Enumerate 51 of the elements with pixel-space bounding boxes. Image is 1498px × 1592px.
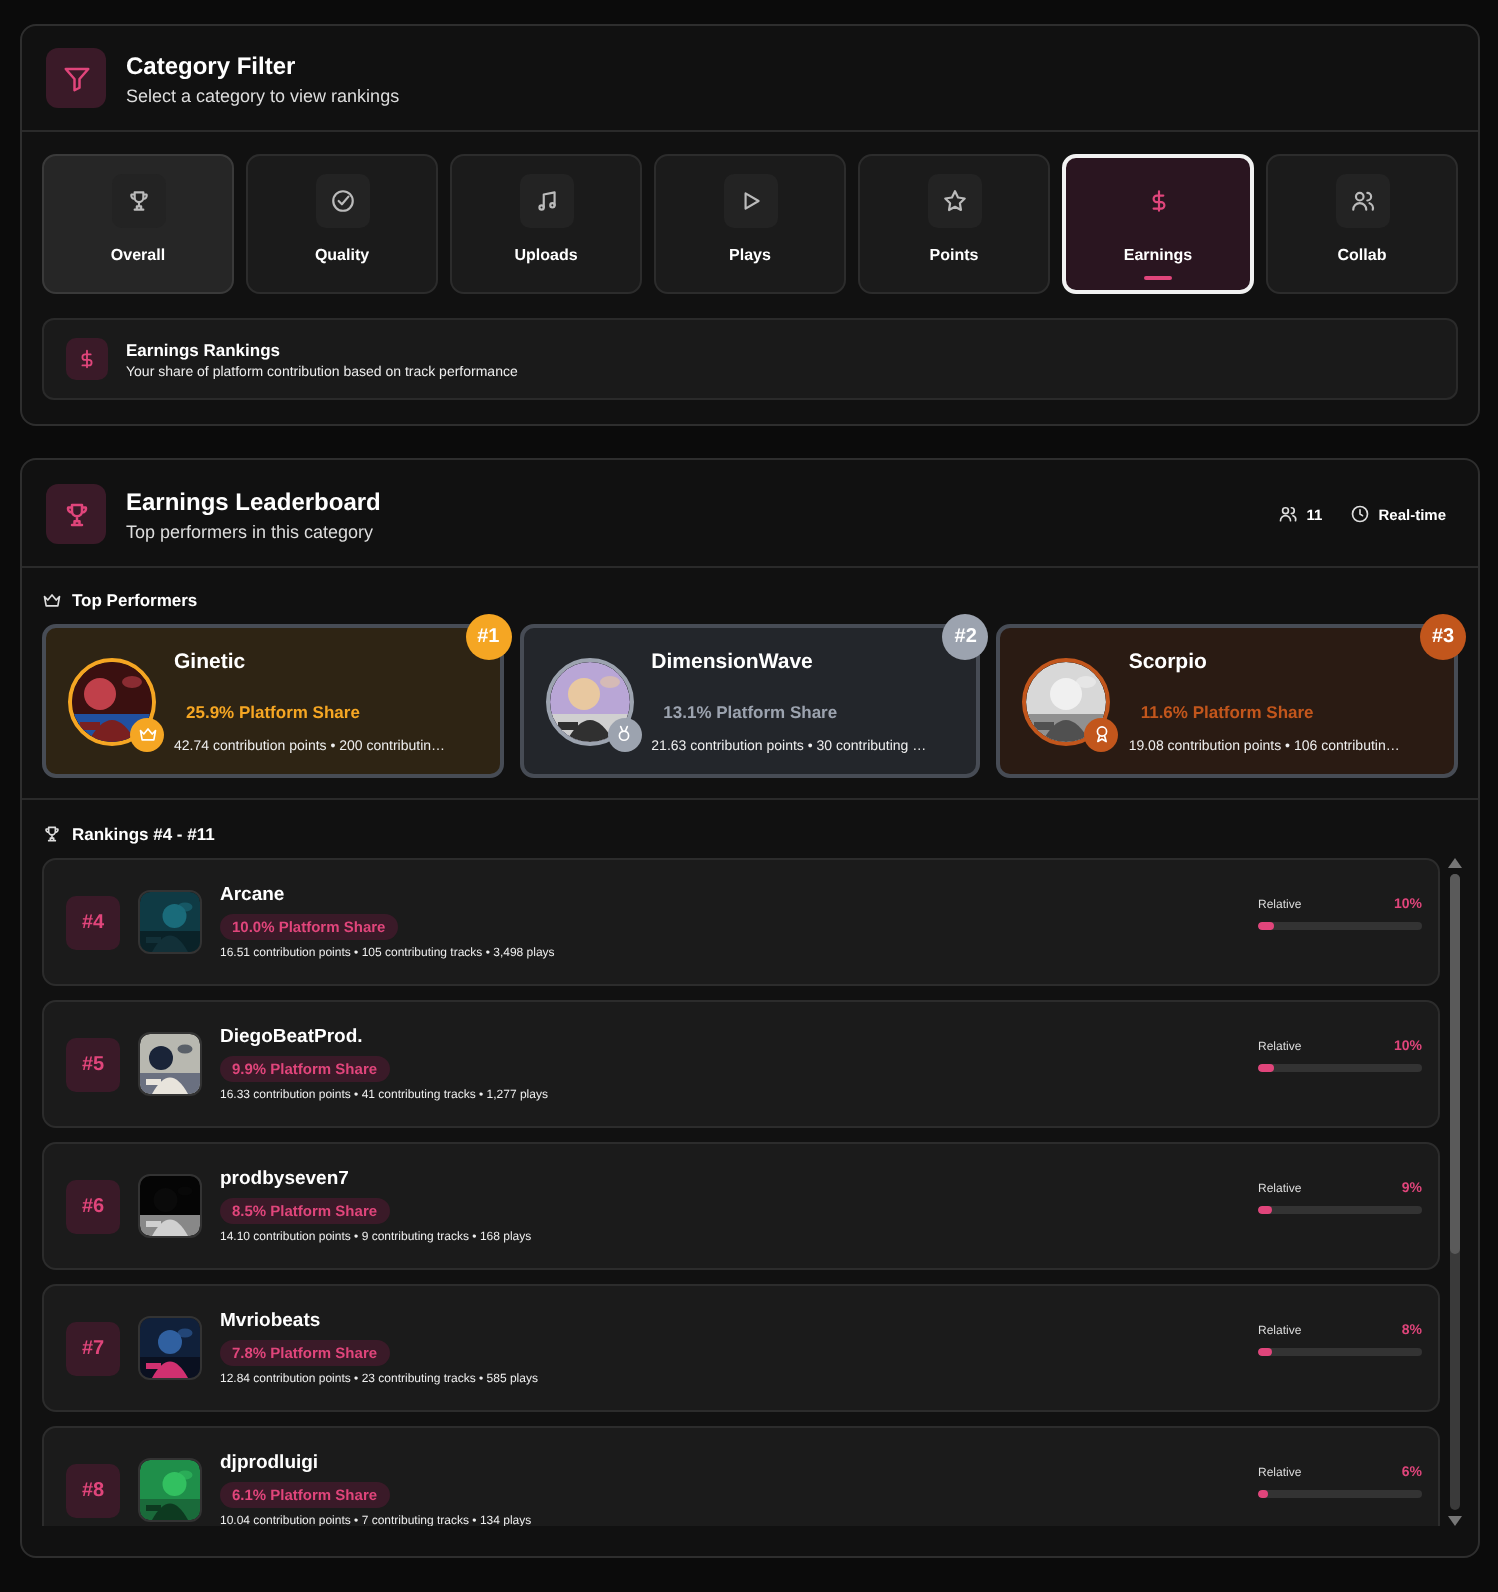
rank-badge: #3 xyxy=(1420,614,1466,660)
rank-number: #5 xyxy=(66,1037,120,1091)
platform-share: 25.9% Platform Share xyxy=(186,701,360,721)
section-heading: Rankings #4 - #11 xyxy=(72,824,215,844)
scroll-up-icon[interactable] xyxy=(1448,858,1462,868)
rank-number: #6 xyxy=(66,1179,120,1233)
trophy-icon xyxy=(125,188,151,214)
clock-icon xyxy=(1350,504,1371,524)
category-tab[interactable]: Earnings xyxy=(1062,154,1254,294)
rank-number: #7 xyxy=(66,1321,120,1375)
panel-title: Earnings Leaderboard xyxy=(126,487,381,515)
section-heading: Top Performers xyxy=(72,590,198,610)
trophy-icon xyxy=(42,824,62,844)
category-tab[interactable]: Plays xyxy=(654,154,846,294)
panel-title: Category Filter xyxy=(126,51,298,79)
scrollbar[interactable] xyxy=(1448,858,1462,1526)
artist-name: djprodluigi xyxy=(220,1452,319,1474)
artist-name: Scorpio xyxy=(1128,649,1209,673)
rank-badge: #1 xyxy=(465,614,512,660)
artist-name: DimensionWave xyxy=(651,649,815,673)
panel-subtitle: Select a category to view rankings xyxy=(126,85,400,105)
category-tab[interactable]: Collab xyxy=(1266,154,1458,294)
rank-number: #8 xyxy=(66,1463,120,1517)
artist-name: prodbyseven7 xyxy=(220,1168,349,1190)
users-icon xyxy=(1349,188,1375,214)
platform-share: 11.6% Platform Share xyxy=(1140,701,1314,721)
rank-number: #4 xyxy=(66,895,120,949)
dollar-icon xyxy=(76,348,98,370)
category-tab[interactable]: Overall xyxy=(42,154,234,294)
music-note-icon xyxy=(533,188,559,214)
info-title: Earnings Rankings xyxy=(126,339,282,359)
artist-name: Ginetic xyxy=(174,649,248,673)
trophy-icon xyxy=(61,499,91,529)
filter-icon xyxy=(61,63,91,93)
artist-name: Mvriobeats xyxy=(220,1310,321,1332)
panel-subtitle: Top performers in this category xyxy=(126,521,376,541)
artist-name: Arcane xyxy=(220,884,285,906)
category-tab[interactable]: Points xyxy=(858,154,1050,294)
rank-badge: #2 xyxy=(942,614,989,660)
check-circle-icon xyxy=(329,188,355,214)
users-icon xyxy=(1278,504,1299,524)
platform-share: 13.1% Platform Share xyxy=(663,701,838,721)
category-tab[interactable]: Uploads xyxy=(450,154,642,294)
scroll-down-icon[interactable] xyxy=(1448,1516,1462,1526)
award-icon xyxy=(1091,724,1112,744)
star-icon xyxy=(941,188,967,214)
medal-icon xyxy=(614,724,635,744)
category-tab[interactable]: Quality xyxy=(246,154,438,294)
crown-icon xyxy=(137,724,157,744)
crown-icon xyxy=(42,590,62,610)
artist-name: DiegoBeatProd. xyxy=(220,1026,363,1048)
